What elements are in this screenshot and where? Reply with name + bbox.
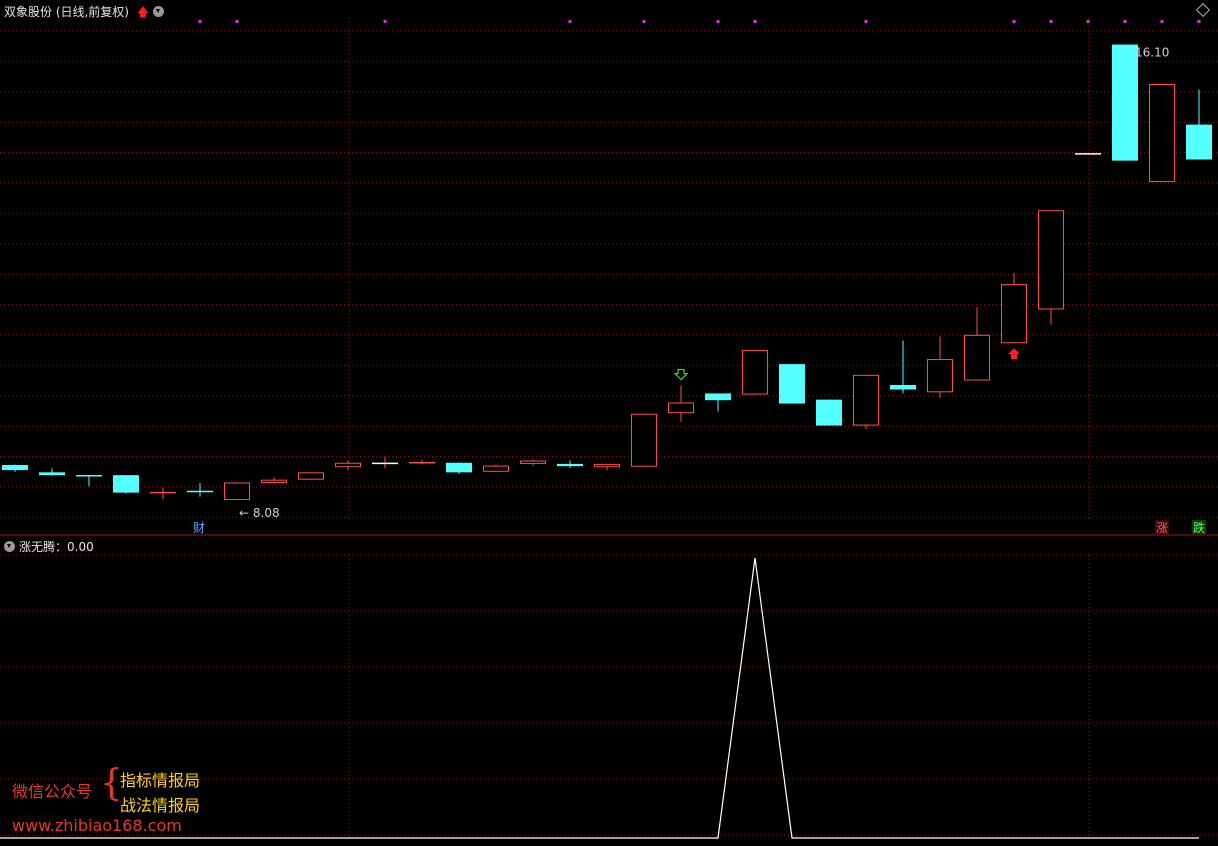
candle-body-up [224, 482, 250, 500]
signal-dot [1197, 20, 1201, 23]
candle-body-up [298, 472, 324, 480]
rise-label: 涨 [1156, 520, 1168, 535]
candle [372, 456, 398, 469]
signal-dot [716, 20, 720, 23]
stock-title: 双象股份 (日线,前复权) [4, 5, 129, 19]
candle [1001, 272, 1027, 344]
candle-body-up [483, 465, 509, 472]
dropdown-icon[interactable] [153, 6, 164, 17]
candle [446, 462, 472, 475]
candle-body-up [742, 350, 768, 395]
candle-body-up [964, 334, 990, 381]
watermark-label: 微信公众号 [12, 782, 93, 801]
candle-body-up [594, 463, 620, 468]
candle-body-up [1038, 210, 1064, 310]
fall-label: 跌 [1193, 520, 1205, 535]
candle-body-down [446, 462, 472, 473]
candle [483, 464, 509, 472]
candle [335, 460, 361, 471]
candle-body-up [520, 460, 546, 464]
watermark-line1: 指标情报局 [120, 771, 201, 790]
candle [76, 474, 102, 487]
watermark-line2: 战法情报局 [120, 796, 201, 815]
stock-chart-window: 16.10 ← 8.08 财涨跌 双象股份 (日线,前复权) 🡅 涨无腾：0.00 … [0, 0, 1218, 842]
finance-marker: 财 [193, 521, 205, 535]
candle [816, 399, 842, 426]
candle [409, 459, 435, 465]
buy-signal-down-arrow-icon [673, 368, 689, 381]
candle-body-down [113, 475, 139, 493]
candle [668, 385, 694, 423]
signal-dot [1012, 20, 1016, 23]
signal-dot [1160, 20, 1164, 23]
signal-dot [642, 20, 646, 23]
candle [742, 350, 768, 395]
main-chart-header: 双象股份 (日线,前复权) 🡅 [4, 3, 168, 24]
signal-dot [753, 20, 757, 23]
candle [39, 468, 65, 476]
candle-body-down [705, 393, 731, 401]
candle-body-down [39, 472, 65, 476]
signal-dot [235, 20, 239, 23]
min-price-label: ← 8.08 [239, 506, 280, 520]
watermark-url: www.zhibiao168.com [12, 816, 182, 835]
candle-body-up [335, 462, 361, 468]
candle [853, 374, 879, 429]
candle-body-down [816, 399, 842, 426]
sell-signal-up-arrow-icon [1008, 348, 1020, 360]
candle [705, 393, 731, 412]
candle [890, 340, 916, 394]
candle [779, 364, 805, 404]
candle-body-up [1149, 84, 1175, 183]
candle [1112, 44, 1138, 161]
candle [113, 475, 139, 494]
candle [1038, 210, 1064, 325]
candle-body-down [1112, 44, 1138, 161]
candle-body-up [261, 479, 287, 484]
candle [557, 460, 583, 468]
candle [261, 477, 287, 484]
max-price-label: 16.10 [1135, 46, 1169, 60]
candle-body-down [890, 384, 916, 390]
candle-body-down [557, 463, 583, 467]
candle [224, 481, 250, 500]
signal-dot [1049, 20, 1053, 23]
signal-dot [383, 20, 387, 23]
candle-body-down [1186, 124, 1212, 160]
signal-dot [1086, 20, 1090, 23]
candle-body-down [2, 465, 28, 471]
indicator-title: 涨无腾：0.00 [19, 540, 94, 554]
candle [927, 336, 953, 398]
signal-dot [198, 20, 202, 23]
signal-dot [568, 20, 572, 23]
candle [187, 483, 213, 497]
candle [150, 487, 176, 500]
signal-dot [864, 20, 868, 23]
candle-body-up [668, 402, 694, 414]
candle [1186, 89, 1212, 160]
indicator-dropdown-icon[interactable] [4, 541, 15, 552]
candle [520, 459, 546, 466]
chart-canvas[interactable]: 16.10 ← 8.08 财 涨 跌 [0, 0, 1218, 842]
candle [298, 472, 324, 480]
candle-body-up [927, 359, 953, 393]
candle-body-up [853, 374, 879, 426]
signal-dot [1123, 20, 1127, 23]
candle [2, 464, 28, 472]
candle-body-up [1001, 284, 1027, 344]
candle [631, 413, 657, 467]
candle-body-up [631, 413, 657, 467]
indicator-header: 涨无腾：0.00 [4, 538, 94, 555]
candle [594, 463, 620, 471]
candle [964, 307, 990, 381]
candle-body-down [779, 364, 805, 404]
red-up-arrow-icon: 🡅 [136, 5, 150, 19]
candle [1149, 84, 1175, 183]
